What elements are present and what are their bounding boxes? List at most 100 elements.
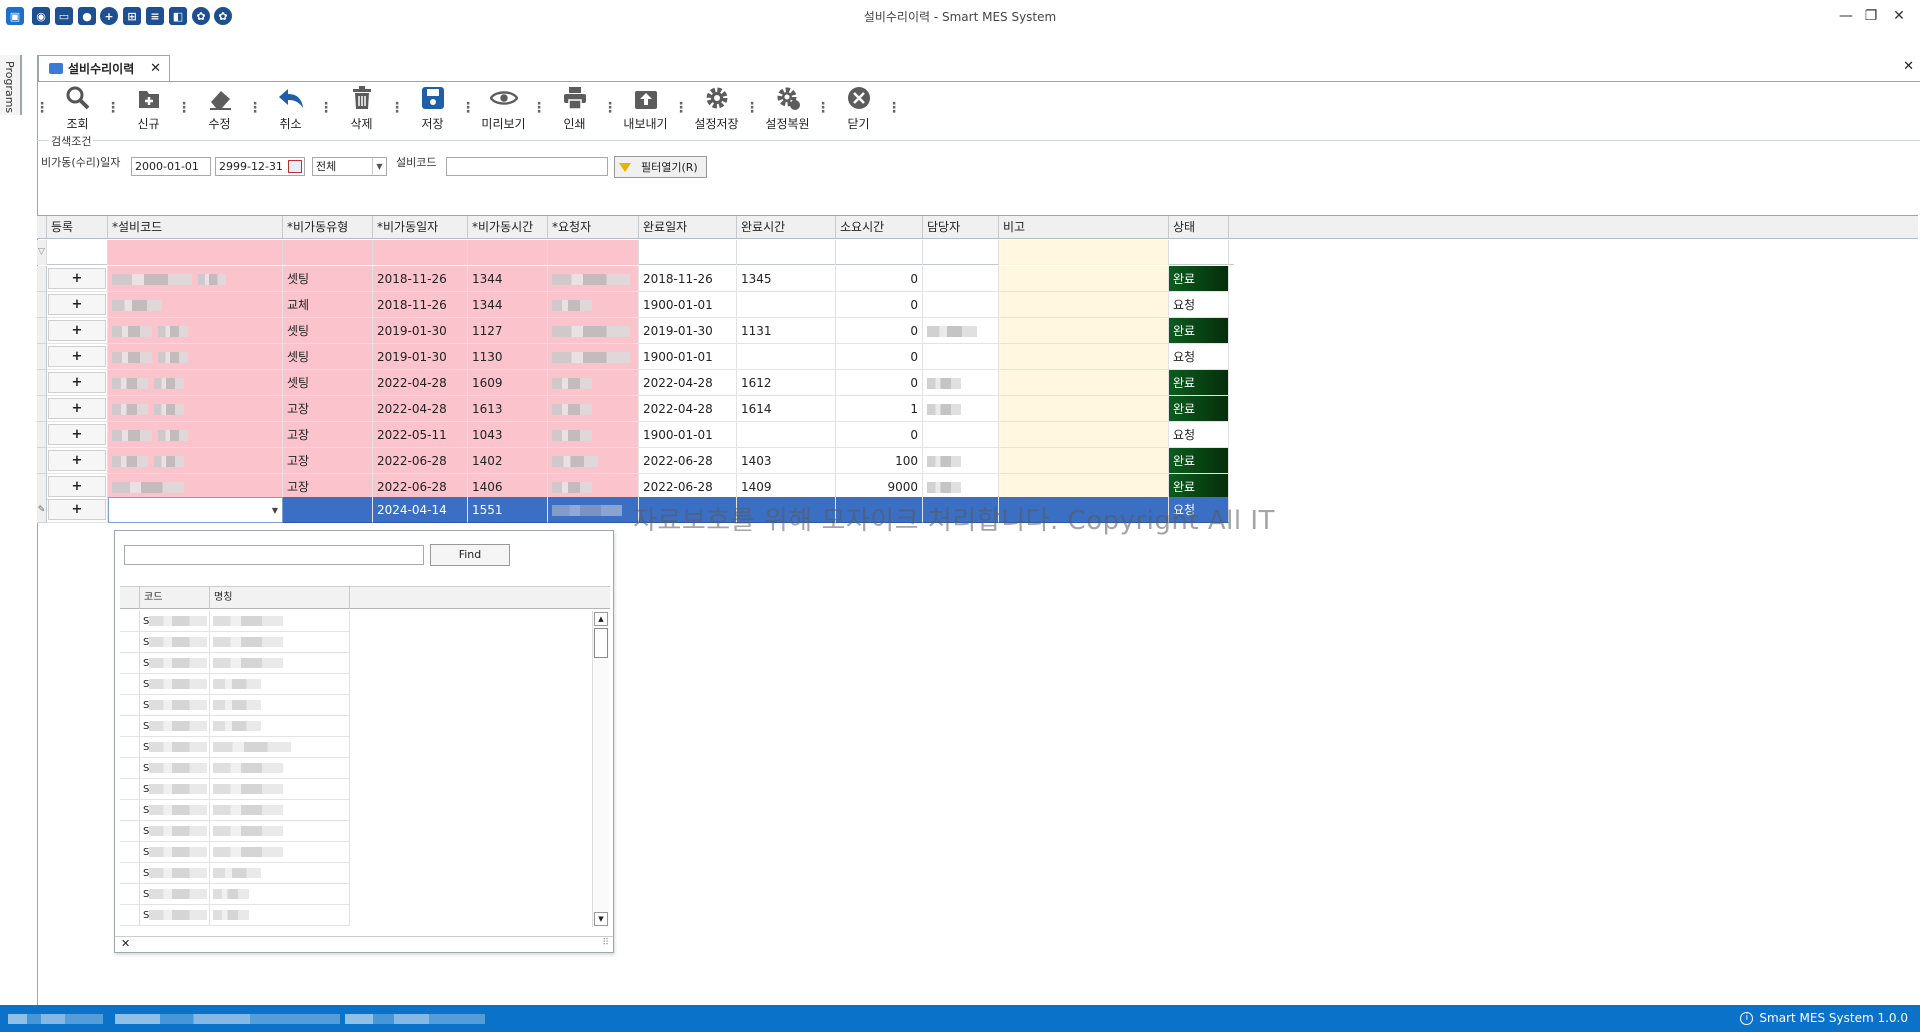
popup-code-cell[interactable]: S [140,758,210,779]
popup-code-cell[interactable]: S [140,653,210,674]
assignee-cell[interactable] [923,396,999,422]
popup-list-item[interactable]: S [120,716,405,737]
duration-cell[interactable]: 0 [836,344,923,370]
popup-code-cell[interactable]: S [140,863,210,884]
assignee-cell[interactable] [923,370,999,396]
done-time-cell[interactable] [737,497,836,523]
popup-code-cell[interactable]: S [140,695,210,716]
popup-list-item[interactable]: S [120,863,405,884]
delete-button[interactable]: 삭제 [331,82,392,134]
requester-cell[interactable] [548,396,639,422]
popup-col-name[interactable]: 명칭 [210,587,350,609]
row-header[interactable] [37,448,47,474]
note-cell[interactable] [999,266,1169,292]
code-input[interactable] [446,157,608,176]
register-button[interactable]: + [47,448,108,474]
status-cell[interactable]: 완료 [1169,370,1229,396]
popup-close-icon[interactable]: ✕ [121,937,130,950]
close-button[interactable]: ✕ [1885,4,1913,28]
requester-cell[interactable] [548,497,639,523]
restore-settings-button[interactable]: 설정복원 [757,82,818,134]
done-date-cell[interactable]: 1900-01-01 [639,422,737,448]
filter-cell[interactable] [47,240,108,265]
lock-icon[interactable]: ● [78,7,96,25]
popup-code-cell[interactable]: S [140,779,210,800]
register-button[interactable]: + [47,396,108,422]
scroll-down-icon[interactable]: ▼ [594,912,608,926]
requester-cell[interactable] [548,448,639,474]
popup-search-input[interactable] [124,545,424,565]
calendar-icon[interactable] [288,160,302,173]
popup-code-cell[interactable]: S [140,737,210,758]
popup-list-item[interactable]: S [120,737,405,758]
export-button[interactable]: 내보내기 [615,82,676,134]
row-header[interactable] [37,318,47,344]
filter-cell[interactable] [1169,240,1229,265]
table-row[interactable]: + 셋팅 2018-11-26 1344 2018-11-26 1345 0 완료 [37,266,1234,292]
popup-list-item[interactable]: S [120,821,405,842]
done-date-cell[interactable]: 2022-04-28 [639,396,737,422]
downtime-type-cell[interactable]: 셋팅 [283,370,373,396]
equipment-code-cell[interactable] [108,292,283,318]
equipment-code-cell[interactable] [108,448,283,474]
col-header-done-date[interactable]: 완료일자 [639,216,737,239]
popup-code-cell[interactable]: S [140,821,210,842]
save-settings-button[interactable]: 설정저장 [686,82,747,134]
downtime-time-cell[interactable]: 1609 [468,370,548,396]
popup-name-cell[interactable] [210,737,350,758]
popup-code-cell[interactable]: S [140,674,210,695]
chevron-down-icon[interactable]: ▼ [272,498,278,522]
preview-button[interactable]: 미리보기 [473,82,534,134]
equipment-code-cell[interactable] [108,318,283,344]
cancel-button[interactable]: 취소 [260,82,321,134]
downtime-time-cell[interactable]: 1344 [468,266,548,292]
table-row[interactable]: + 셋팅 2019-01-30 1130 1900-01-01 0 요청 [37,344,1234,370]
downtime-time-cell[interactable]: 1344 [468,292,548,318]
downtime-time-cell[interactable]: 1043 [468,422,548,448]
list-icon[interactable]: ≡ [146,7,164,25]
popup-list-item[interactable]: S [120,884,405,905]
col-header-equipment-code[interactable]: *설비코드 [108,216,283,239]
popup-list-item[interactable]: S [120,674,405,695]
downtime-time-cell[interactable]: 1402 [468,448,548,474]
popup-code-cell[interactable]: S [140,800,210,821]
done-date-cell[interactable] [639,497,737,523]
note-cell[interactable] [999,370,1169,396]
done-time-cell[interactable]: 1614 [737,396,836,422]
popup-list-item[interactable]: S [120,758,405,779]
downtime-date-cell[interactable]: 2018-11-26 [373,266,468,292]
register-button[interactable]: + [47,422,108,448]
popup-code-cell[interactable]: S [140,632,210,653]
popup-code-cell[interactable]: S [140,611,210,632]
chevron-down-icon[interactable]: ▼ [372,158,386,175]
row-header[interactable] [37,370,47,396]
filter-cell[interactable] [999,240,1169,265]
requester-cell[interactable] [548,292,639,318]
row-header-corner[interactable] [37,216,47,239]
assignee-cell[interactable] [923,318,999,344]
filter-open-button[interactable]: 필터열기(R) [614,156,707,178]
col-header-assignee[interactable]: 담당자 [923,216,999,239]
downtime-type-cell[interactable]: 셋팅 [283,344,373,370]
programs-panel-tab[interactable]: Programs [0,55,22,115]
popup-list-item[interactable]: S [120,842,405,863]
status-cell[interactable]: 요청 [1169,497,1229,523]
table-row[interactable]: + 교체 2018-11-26 1344 1900-01-01 0 요청 [37,292,1234,318]
note-cell[interactable] [999,497,1169,523]
duration-cell[interactable]: 100 [836,448,923,474]
done-time-cell[interactable]: 1345 [737,266,836,292]
find-button[interactable]: Find [430,544,510,566]
equipment-code-cell[interactable] [108,266,283,292]
filter-cell[interactable] [737,240,836,265]
col-header-duration[interactable]: 소요시간 [836,216,923,239]
duration-cell[interactable]: 0 [836,292,923,318]
camera-icon[interactable]: ◉ [32,7,50,25]
duration-cell[interactable]: 0 [836,266,923,292]
equipment-code-cell[interactable] [108,396,283,422]
note-cell[interactable] [999,422,1169,448]
popup-name-cell[interactable] [210,842,350,863]
downtime-date-cell[interactable]: 2019-01-30 [373,318,468,344]
downtime-time-cell[interactable]: 1127 [468,318,548,344]
popup-code-cell[interactable]: S [140,905,210,926]
done-date-cell[interactable]: 2019-01-30 [639,318,737,344]
